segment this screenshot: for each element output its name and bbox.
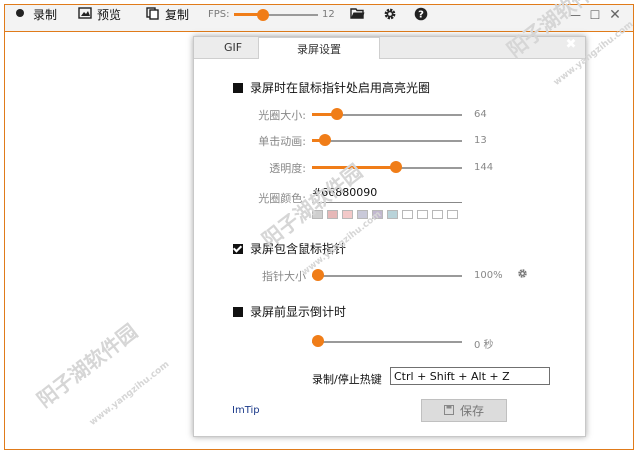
animation-value: 13 (474, 135, 487, 146)
size-slider[interactable] (312, 107, 462, 121)
hotkey-value: Ctrl + Shift + Alt + Z (394, 369, 510, 383)
gear-icon (383, 7, 397, 21)
pointer-size-slider-track (312, 275, 462, 277)
pointer-size-label: 指针大小 (262, 270, 306, 283)
color-swatch[interactable] (447, 210, 458, 219)
countdown-toggle[interactable]: 录屏前显示倒计时 (233, 303, 346, 320)
fps-slider-thumb[interactable] (257, 9, 269, 21)
record-button[interactable]: 录制 (14, 5, 57, 23)
countdown-title: 录屏前显示倒计时 (250, 305, 347, 319)
save-button[interactable]: 保存 (421, 399, 507, 422)
color-swatch[interactable] (387, 210, 398, 219)
copy-label: 复制 (165, 7, 190, 22)
svg-text:?: ? (418, 10, 424, 21)
color-swatch[interactable] (402, 210, 413, 219)
animation-slider-thumb[interactable] (319, 134, 331, 146)
size-slider-thumb[interactable] (331, 108, 343, 120)
copy-button[interactable]: 复制 (146, 5, 189, 23)
color-swatch[interactable] (432, 210, 443, 219)
help-icon: ? (414, 7, 428, 21)
highlight-checkbox[interactable] (233, 82, 243, 93)
panel-close-button[interactable]: ✖ (564, 38, 578, 52)
settings-button[interactable] (383, 5, 397, 23)
color-swatch[interactable] (327, 210, 338, 219)
imtip-link[interactable]: ImTip (232, 405, 260, 416)
copy-icon (146, 7, 160, 21)
tab-record-settings[interactable]: 录屏设置 (258, 37, 380, 59)
help-button[interactable]: ? (414, 5, 428, 23)
countdown-slider-thumb[interactable] (312, 335, 324, 347)
tab-record-settings-label: 录屏设置 (297, 42, 341, 56)
record-label: 录制 (33, 7, 58, 22)
pointer-settings-button[interactable] (517, 268, 529, 280)
size-value: 64 (474, 109, 487, 120)
maximize-icon: ☐ (589, 8, 601, 22)
size-label: 光圈大小: (258, 109, 306, 122)
fps-slider[interactable] (234, 8, 318, 22)
pointer-size-slider[interactable] (312, 268, 462, 282)
opacity-value: 144 (474, 162, 494, 173)
highlight-title: 录屏时在鼠标指针处启用高亮光圈 (250, 81, 431, 95)
save-icon (443, 404, 454, 418)
folder-button[interactable] (350, 5, 365, 23)
animation-slider[interactable] (312, 133, 462, 147)
color-swatch[interactable] (417, 210, 428, 219)
preview-button[interactable]: 预览 (78, 5, 121, 23)
countdown-value: 0 秒 (474, 340, 494, 351)
close-icon: ✕ (609, 7, 621, 23)
image-icon (78, 7, 92, 21)
hotkey-label: 录制/停止热键 (312, 373, 382, 386)
fps-label: FPS: (208, 8, 230, 20)
close-window-button[interactable]: ✕ (606, 7, 624, 23)
hotkey-input[interactable]: Ctrl + Shift + Alt + Z (390, 367, 550, 385)
tab-gif-label: GIF (223, 41, 243, 54)
countdown-checkbox[interactable] (233, 306, 243, 317)
color-swatches (312, 210, 462, 220)
countdown-slider[interactable] (312, 334, 462, 348)
countdown-slider-track (312, 341, 462, 343)
cursor-checkbox[interactable] (233, 243, 243, 254)
animation-label: 单击动画: (258, 135, 306, 148)
fps-value: 12 (322, 8, 335, 20)
record-icon (14, 7, 28, 21)
animation-slider-track (312, 140, 462, 142)
opacity-slider-thumb[interactable] (390, 161, 402, 173)
gear-icon (517, 268, 528, 282)
highlight-toggle[interactable]: 录屏时在鼠标指针处启用高亮光圈 (233, 79, 430, 96)
pointer-size-value: 100% (474, 270, 503, 281)
color-swatch[interactable] (342, 210, 353, 219)
tab-gif[interactable]: GIF (210, 37, 256, 58)
folder-icon (350, 7, 365, 21)
close-icon: ✖ (565, 37, 577, 52)
opacity-label: 透明度: (269, 162, 306, 175)
save-label: 保存 (459, 404, 484, 418)
maximize-button[interactable]: ☐ (586, 7, 604, 23)
preview-label: 预览 (97, 7, 122, 22)
